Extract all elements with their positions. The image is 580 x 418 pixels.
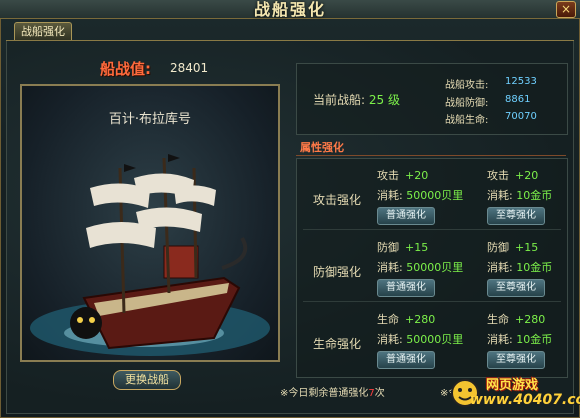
hp-supreme-button[interactable]: 至尊强化 xyxy=(487,351,545,369)
change-ship-button[interactable]: 更换战船 xyxy=(113,370,181,390)
title-bar: 战船强化 × xyxy=(0,0,580,19)
attack-supreme-stat: 攻击 +20 xyxy=(487,169,539,182)
current-ship-level: 25 级 xyxy=(368,93,400,107)
defense-normal-stat: 防御 +15 xyxy=(377,241,429,254)
defense-supreme-cost: 消耗: 10金币 xyxy=(487,261,553,274)
watermark-url: www.40407.com xyxy=(470,392,580,408)
defense-normal-button[interactable]: 普通强化 xyxy=(377,279,435,297)
stat-hp-label: 战船生命: xyxy=(445,115,489,126)
ship-display: 百计·布拉库号 xyxy=(20,84,280,362)
ship-image xyxy=(30,154,270,356)
stat-attack-value: 12533 xyxy=(505,76,537,87)
stat-hp-value: 70070 xyxy=(505,111,537,122)
attribute-enhance-title: 属性强化 xyxy=(296,140,566,156)
ship-power-value: 28401 xyxy=(170,61,209,75)
row-divider xyxy=(303,301,561,302)
attack-normal-button[interactable]: 普通强化 xyxy=(377,207,435,225)
stat-attack-label: 战船攻击: xyxy=(445,80,489,91)
ship-power-label: 船战值: xyxy=(100,60,151,78)
hp-supreme-stat: 生命 +280 xyxy=(487,313,546,326)
row-label-defense: 防御强化 xyxy=(313,265,362,279)
current-ship: 当前战船: 25 级 xyxy=(313,91,400,108)
row-label-attack: 攻击强化 xyxy=(313,193,362,207)
attack-normal-stat: 攻击 +20 xyxy=(377,169,429,182)
row-label-hp: 生命强化 xyxy=(313,337,362,351)
ship-name: 百计·布拉库号 xyxy=(108,112,192,127)
watermark-top: 网页游戏 xyxy=(486,378,539,393)
stat-defense-value: 8861 xyxy=(505,94,531,105)
remaining-count-note: ※今日剩余普通强化7次 xyxy=(280,388,385,399)
attack-supreme-button[interactable]: 至尊强化 xyxy=(487,207,545,225)
site-watermark: 网页游戏 www.40407.com xyxy=(446,370,580,416)
current-ship-label: 当前战船: xyxy=(313,93,366,107)
hp-normal-cost: 消耗: 50000贝里 xyxy=(377,333,464,346)
defense-normal-cost: 消耗: 50000贝里 xyxy=(377,261,464,274)
stat-defense-label: 战船防御: xyxy=(445,98,489,109)
attribute-enhance-panel: 攻击强化 攻击 +20 消耗: 50000贝里 普通强化 攻击 +20 消耗: 10… xyxy=(296,158,568,378)
window-title: 战船强化 xyxy=(253,0,326,19)
attack-normal-cost: 消耗: 50000贝里 xyxy=(377,189,464,202)
row-divider xyxy=(303,229,561,230)
defense-supreme-stat: 防御 +15 xyxy=(487,241,539,254)
attack-supreme-cost: 消耗: 10金币 xyxy=(487,189,553,202)
ship-stats-panel: 当前战船: 25 级 战船攻击: 12533 战船防御: 8861 战船生命: … xyxy=(296,63,568,135)
defense-supreme-button[interactable]: 至尊强化 xyxy=(487,279,545,297)
hp-normal-button[interactable]: 普通强化 xyxy=(377,351,435,369)
close-button[interactable]: × xyxy=(556,1,576,18)
hp-supreme-cost: 消耗: 10金币 xyxy=(487,333,553,346)
tab-ship-enhance[interactable]: 战船强化 xyxy=(14,22,72,41)
hp-normal-stat: 生命 +280 xyxy=(377,313,436,326)
